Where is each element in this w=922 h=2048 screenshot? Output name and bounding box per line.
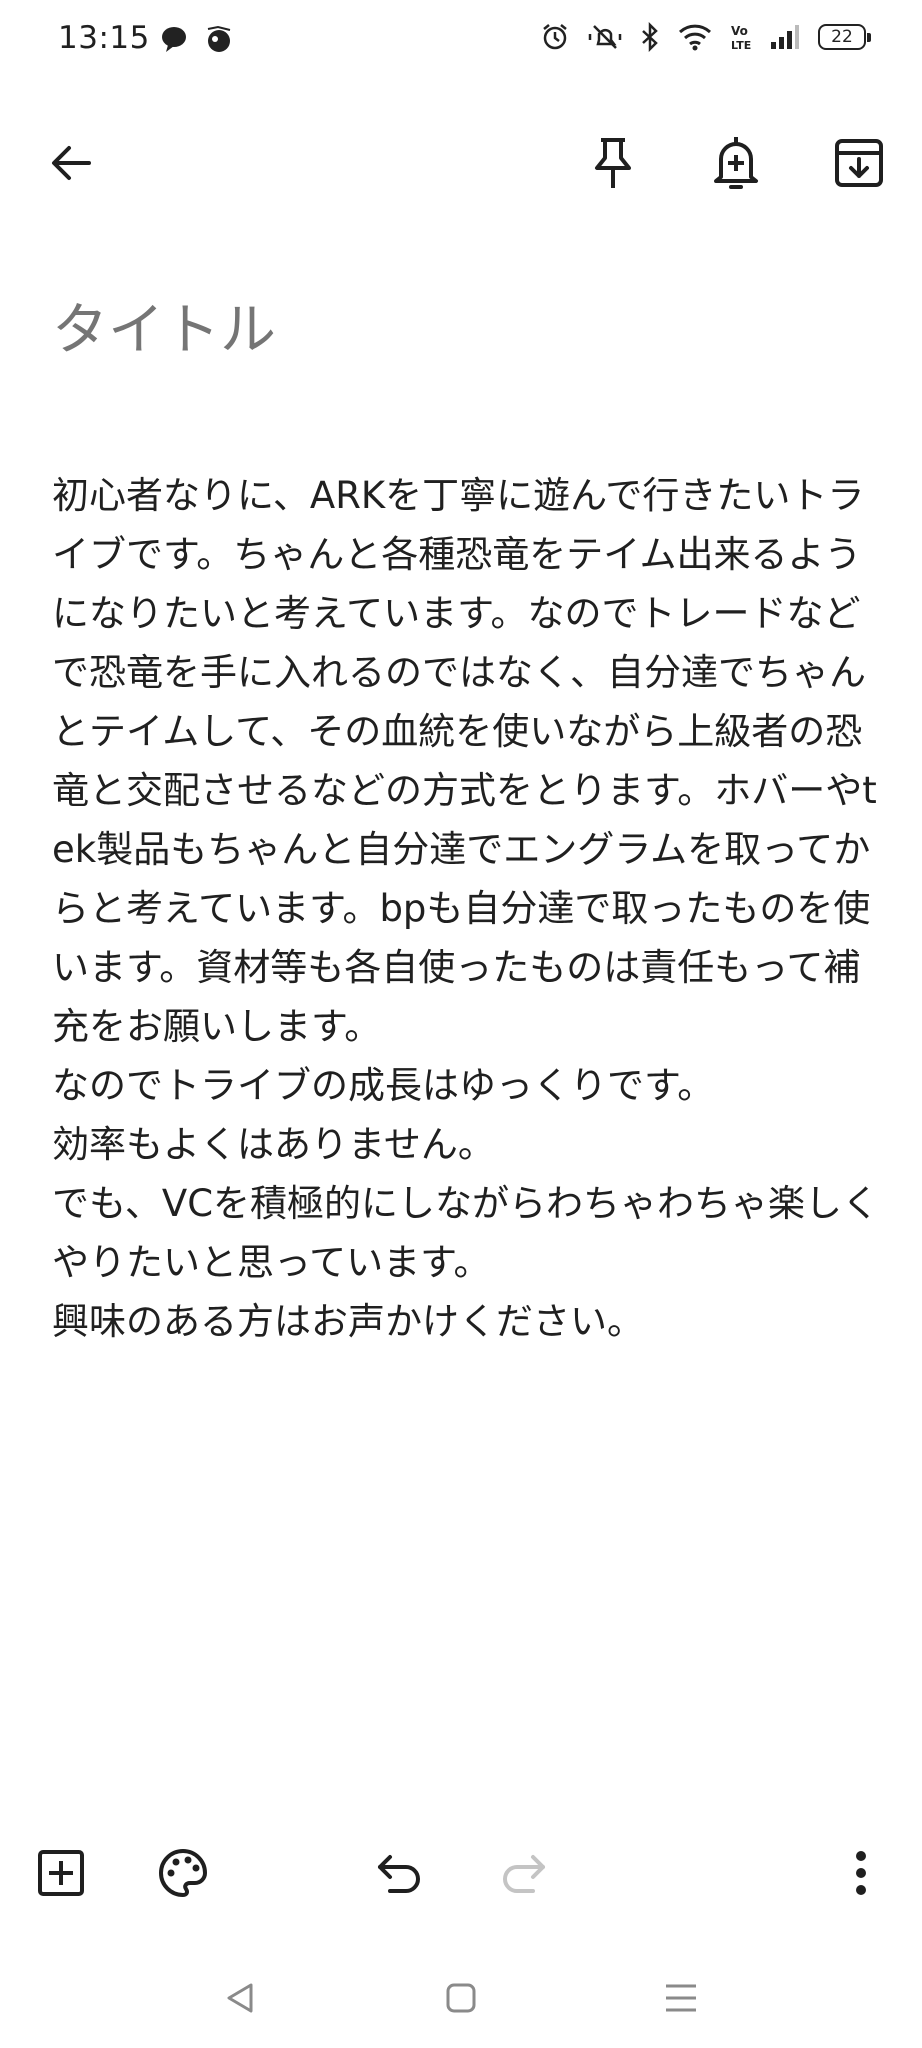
alarm-icon: [540, 22, 570, 52]
note-bottom-toolbar: [0, 1830, 922, 1920]
bluetooth-icon: [640, 22, 660, 52]
note-title-input[interactable]: [52, 298, 872, 363]
nav-back-button[interactable]: [205, 1965, 275, 2035]
nav-home-button[interactable]: [426, 1965, 496, 2035]
svg-text:Vo: Vo: [731, 24, 748, 38]
status-time: 13:15: [58, 20, 150, 56]
redo-button[interactable]: [488, 1840, 558, 1910]
background-options-button[interactable]: [148, 1840, 218, 1910]
note-body-text[interactable]: 初心者なりに、ARKを丁寧に遊んで行きたいトライブです。ちゃんと各種恐竜をテイム…: [52, 466, 882, 1351]
archive-button[interactable]: [824, 130, 894, 200]
status-left-icons: [160, 24, 234, 54]
app-notification-icon: [204, 24, 234, 54]
archive-icon: [834, 138, 884, 192]
status-bar: 13:15 Vo LTE 22: [0, 0, 922, 84]
status-right-icons: Vo LTE 22: [540, 22, 871, 52]
battery-icon: 22: [818, 24, 871, 50]
signal-icon: [770, 24, 800, 50]
add-content-button[interactable]: [26, 1840, 96, 1910]
pin-icon: [591, 136, 635, 194]
pin-button[interactable]: [578, 130, 648, 200]
system-nav-bar: [0, 1955, 922, 2048]
add-box-icon: [37, 1849, 85, 1901]
redo-icon: [499, 1851, 547, 1899]
chat-bubble-icon: [160, 25, 188, 53]
wifi-icon: [678, 23, 712, 51]
arrow-left-icon: [49, 141, 93, 189]
undo-button[interactable]: [365, 1840, 435, 1910]
mute-icon: [588, 22, 622, 52]
bell-plus-icon: [713, 135, 759, 195]
nav-recents-button[interactable]: [646, 1965, 716, 2035]
svg-text:LTE: LTE: [731, 39, 751, 52]
undo-icon: [376, 1851, 424, 1899]
palette-icon: [157, 1847, 209, 1903]
nav-home-icon: [445, 1982, 477, 2018]
reminder-button[interactable]: [701, 130, 771, 200]
nav-recents-icon: [664, 1983, 698, 2017]
note-top-toolbar: [0, 120, 922, 210]
more-options-button[interactable]: [826, 1840, 896, 1910]
back-button[interactable]: [36, 130, 106, 200]
nav-back-icon: [223, 1981, 257, 2019]
volte-icon: Vo LTE: [730, 22, 752, 52]
more-vert-icon: [855, 1850, 867, 1900]
